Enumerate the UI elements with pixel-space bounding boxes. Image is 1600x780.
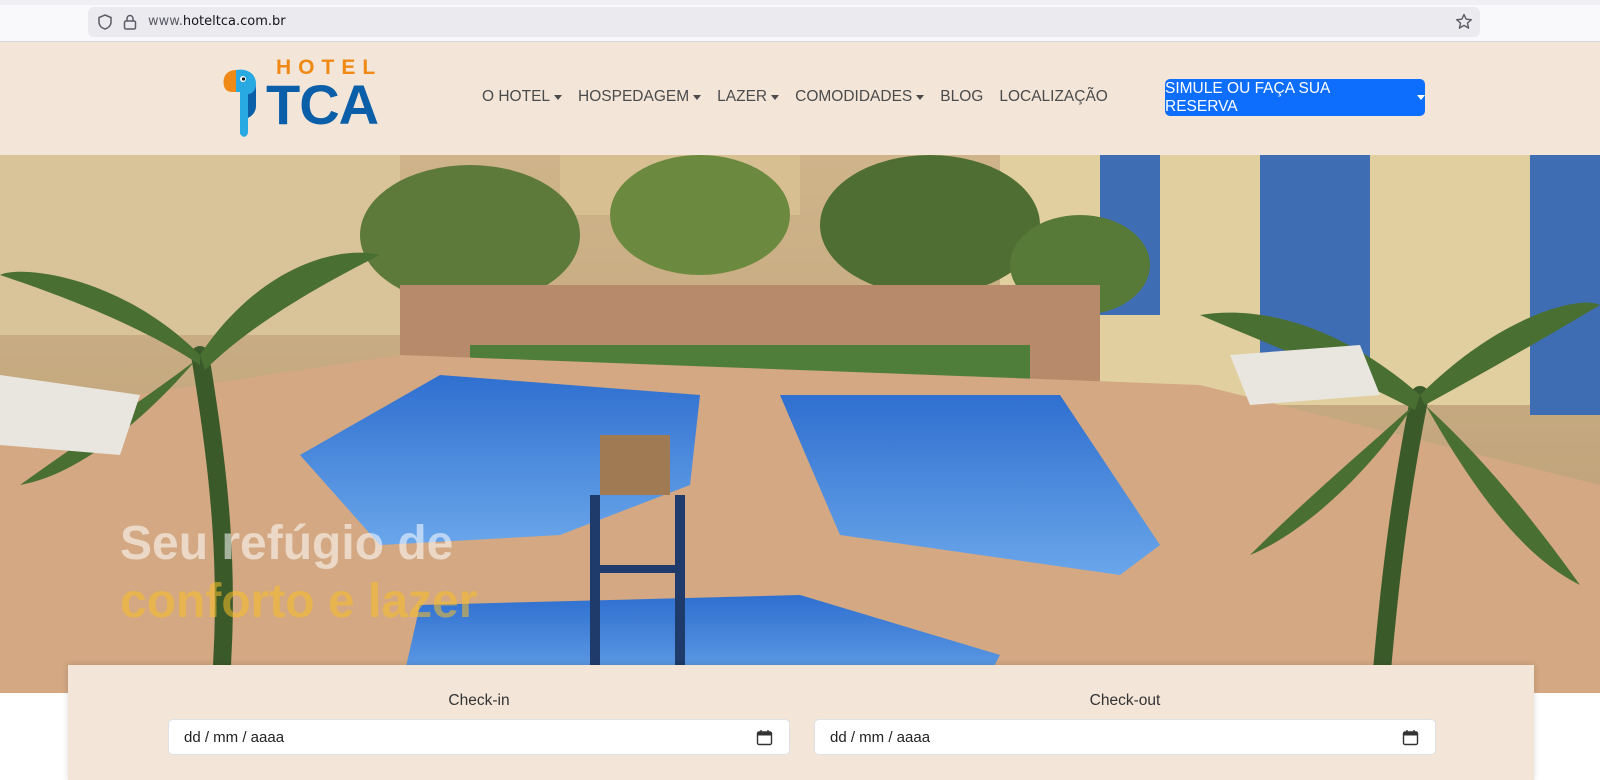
nav-item-label: HOSPEDAGEM [578,88,690,105]
reserve-button-label: SIMULE OU FAÇA SUA RESERVA [1165,79,1330,115]
shield-icon[interactable] [96,13,114,31]
nav-item-comodidades[interactable]: COMODIDADES [795,88,925,106]
nav-item-label: LOCALIZAÇÃO [999,88,1108,105]
nav-item-hospedagem[interactable]: HOSPEDAGEM [578,88,702,106]
calendar-icon[interactable] [1402,729,1419,746]
url-text[interactable]: www.hoteltca.com.br [148,14,286,29]
nav-item-o-hotel[interactable]: O HOTEL [482,88,563,106]
calendar-icon[interactable] [756,729,773,746]
nav-item-label: BLOG [940,88,984,105]
logo-word-tca: TCA [266,73,379,136]
parrot-logo-icon [223,69,256,137]
tab-strip-edge [0,0,1600,5]
nav-item-label: LAZER [717,88,768,105]
checkin-input[interactable]: dd / mm / aaaa [168,719,790,755]
nav-item-label: O HOTEL [482,88,551,105]
star-icon[interactable] [1454,12,1474,32]
nav-item-blog[interactable]: BLOG [940,88,983,106]
checkout-input[interactable]: dd / mm / aaaa [814,719,1436,755]
caret-down-icon [771,94,780,100]
nav-item-lazer[interactable]: LAZER [717,88,780,106]
reserve-button[interactable]: SIMULE OU FAÇA SUA RESERVA [1165,79,1425,116]
address-bar[interactable]: www.hoteltca.com.br [88,7,1480,37]
booking-panel: Check-in dd / mm / aaaa Check-out dd / m… [68,665,1534,780]
site-header: HOTEL TCA O HOTEL HOSPEDAGEM LAZER COMOD… [0,42,1600,155]
hero-banner: Seu refúgio de conforto e lazer [0,155,1600,693]
url-domain: hoteltca.com.br [182,14,286,29]
url-prefix: www. [148,14,183,29]
checkout-label: Check-out [1089,692,1161,709]
lock-icon[interactable] [122,13,138,31]
checkout-value: dd / mm / aaaa [830,729,931,746]
caret-down-icon [693,94,702,100]
hero-tagline: Seu refúgio de conforto e lazer [120,515,477,631]
hotel-logo[interactable]: HOTEL TCA [222,56,417,140]
hero-tagline-line2: conforto e lazer [120,575,478,628]
caret-down-icon [1417,95,1425,100]
checkin-label: Check-in [448,692,510,709]
hero-tagline-line1: Seu refúgio de [120,517,454,570]
checkout-field: Check-out dd / mm / aaaa [814,665,1436,755]
main-nav: O HOTEL HOSPEDAGEM LAZER COMODIDADES BLO… [482,88,1124,106]
nav-item-localizacao[interactable]: LOCALIZAÇÃO [999,88,1108,106]
checkin-field: Check-in dd / mm / aaaa [168,665,790,755]
nav-item-label: COMODIDADES [795,88,913,105]
caret-down-icon [916,94,925,100]
checkin-value: dd / mm / aaaa [184,729,285,746]
browser-toolbar: www.hoteltca.com.br [0,0,1600,42]
caret-down-icon [554,94,563,100]
